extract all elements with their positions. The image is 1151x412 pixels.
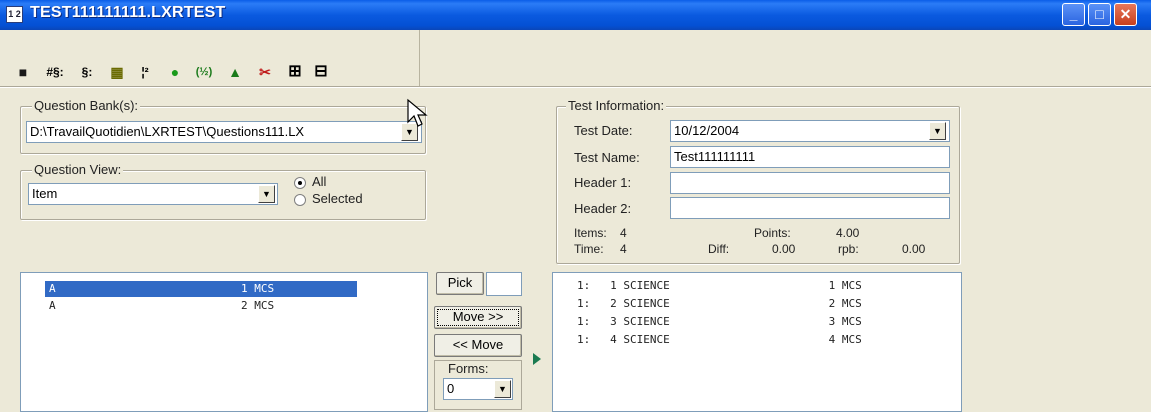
toolbar: ■ #§: §: ▦ ¦² ● (½) ▲ ✂ ⊞ ⊟: [0, 30, 420, 86]
points-value: 4.00: [836, 226, 860, 240]
chevron-down-icon: ▼: [262, 189, 271, 199]
half-icon[interactable]: (½): [190, 62, 218, 82]
section-icon[interactable]: §:: [76, 62, 98, 82]
test-items-list[interactable]: 1: 1 SCIENCE 1 MCS 1: 2 SCIENCE 2 MCS 1:…: [552, 272, 962, 412]
radio-all[interactable]: [294, 177, 306, 189]
list-item[interactable]: A 1 MCS: [45, 281, 357, 297]
list-item[interactable]: 1: 4 SCIENCE 4 MCS: [577, 332, 862, 348]
diff-value: 0.00: [772, 242, 796, 256]
time-value: 4: [620, 242, 627, 256]
toolbar-divider-highlight: [0, 87, 1151, 88]
lock-icon[interactable]: ▲: [224, 62, 246, 82]
header1-input[interactable]: [670, 172, 950, 194]
mouse-cursor-icon: [407, 98, 428, 127]
question-view-dropdown-button[interactable]: ▼: [258, 185, 275, 203]
test-date-value: 10/12/2004: [674, 123, 740, 138]
collapse-icon[interactable]: ⊟: [310, 62, 332, 82]
title-bar[interactable]: 1 2 TEST111111111.LXRTEST _ □ ✕: [0, 0, 1151, 30]
rpb-label: rpb:: [838, 242, 859, 256]
maximize-button[interactable]: □: [1088, 3, 1111, 26]
question-bank-legend: Question Bank(s):: [32, 98, 141, 113]
test-name-input[interactable]: Test111111111: [670, 146, 950, 168]
test-date-combo[interactable]: 10/12/2004: [670, 120, 950, 142]
play-arrow-icon[interactable]: [532, 352, 542, 366]
minimize-icon: _: [1069, 6, 1078, 22]
question-view-combo[interactable]: Item: [28, 183, 278, 205]
question-view-value: Item: [32, 186, 58, 201]
chevron-down-icon: ▼: [498, 384, 507, 394]
chevron-down-icon: ▼: [933, 126, 942, 136]
bank-icon[interactable]: ▦: [106, 62, 128, 82]
list-item[interactable]: 1: 3 SCIENCE 3 MCS: [577, 314, 862, 330]
header2-label: Header 2:: [574, 201, 632, 216]
radio-all-label: All: [312, 174, 327, 189]
save-icon[interactable]: ■: [12, 62, 34, 82]
pick-input[interactable]: [486, 272, 522, 296]
header2-input[interactable]: [670, 197, 950, 219]
app-icon[interactable]: 1 2: [6, 6, 23, 23]
test-info-legend: Test Information:: [566, 98, 667, 113]
scissors-icon[interactable]: ✂: [254, 62, 276, 82]
list-item[interactable]: A 2 MCS: [45, 298, 357, 314]
rpb-value: 0.00: [902, 242, 926, 256]
items-value: 4: [620, 226, 627, 240]
test-date-label: Test Date:: [574, 123, 633, 138]
expand-icon[interactable]: ⊞: [284, 62, 306, 82]
item-list[interactable]: A 1 MCS A 2 MCS: [20, 272, 428, 412]
test-date-dropdown-button[interactable]: ▼: [929, 122, 946, 140]
diff-label: Diff:: [708, 242, 730, 256]
close-icon: ✕: [1119, 6, 1132, 22]
time-label: Time:: [574, 242, 604, 256]
question-bank-combo[interactable]: D:\TravailQuotidien\LXRTEST\Questions111…: [26, 121, 422, 143]
move-left-button[interactable]: << Move: [434, 334, 522, 357]
minimize-button[interactable]: _: [1062, 3, 1085, 26]
window-title: TEST111111111.LXRTEST: [30, 4, 226, 21]
list-item[interactable]: 1: 1 SCIENCE 1 MCS: [577, 278, 862, 294]
radio-selected[interactable]: [294, 194, 306, 206]
superscript-icon[interactable]: ¦²: [134, 62, 156, 82]
question-bank-value: D:\TravailQuotidien\LXRTEST\Questions111…: [30, 124, 305, 139]
forms-value: 0: [447, 381, 455, 396]
forms-dropdown-button[interactable]: ▼: [494, 380, 511, 398]
close-button[interactable]: ✕: [1114, 3, 1137, 26]
header1-label: Header 1:: [574, 175, 632, 190]
clock-icon[interactable]: ●: [164, 62, 186, 82]
points-label: Points:: [754, 226, 791, 240]
move-right-button[interactable]: Move >>: [434, 306, 522, 329]
renumber-icon[interactable]: #§:: [40, 62, 70, 82]
pick-button[interactable]: Pick: [436, 272, 484, 295]
list-item[interactable]: 1: 2 SCIENCE 2 MCS: [577, 296, 862, 312]
question-view-legend: Question View:: [32, 162, 124, 177]
test-name-label: Test Name:: [574, 150, 640, 165]
maximize-icon: □: [1095, 6, 1104, 22]
radio-selected-label: Selected: [312, 191, 363, 206]
items-label: Items:: [574, 226, 607, 240]
forms-label: Forms:: [446, 361, 491, 376]
